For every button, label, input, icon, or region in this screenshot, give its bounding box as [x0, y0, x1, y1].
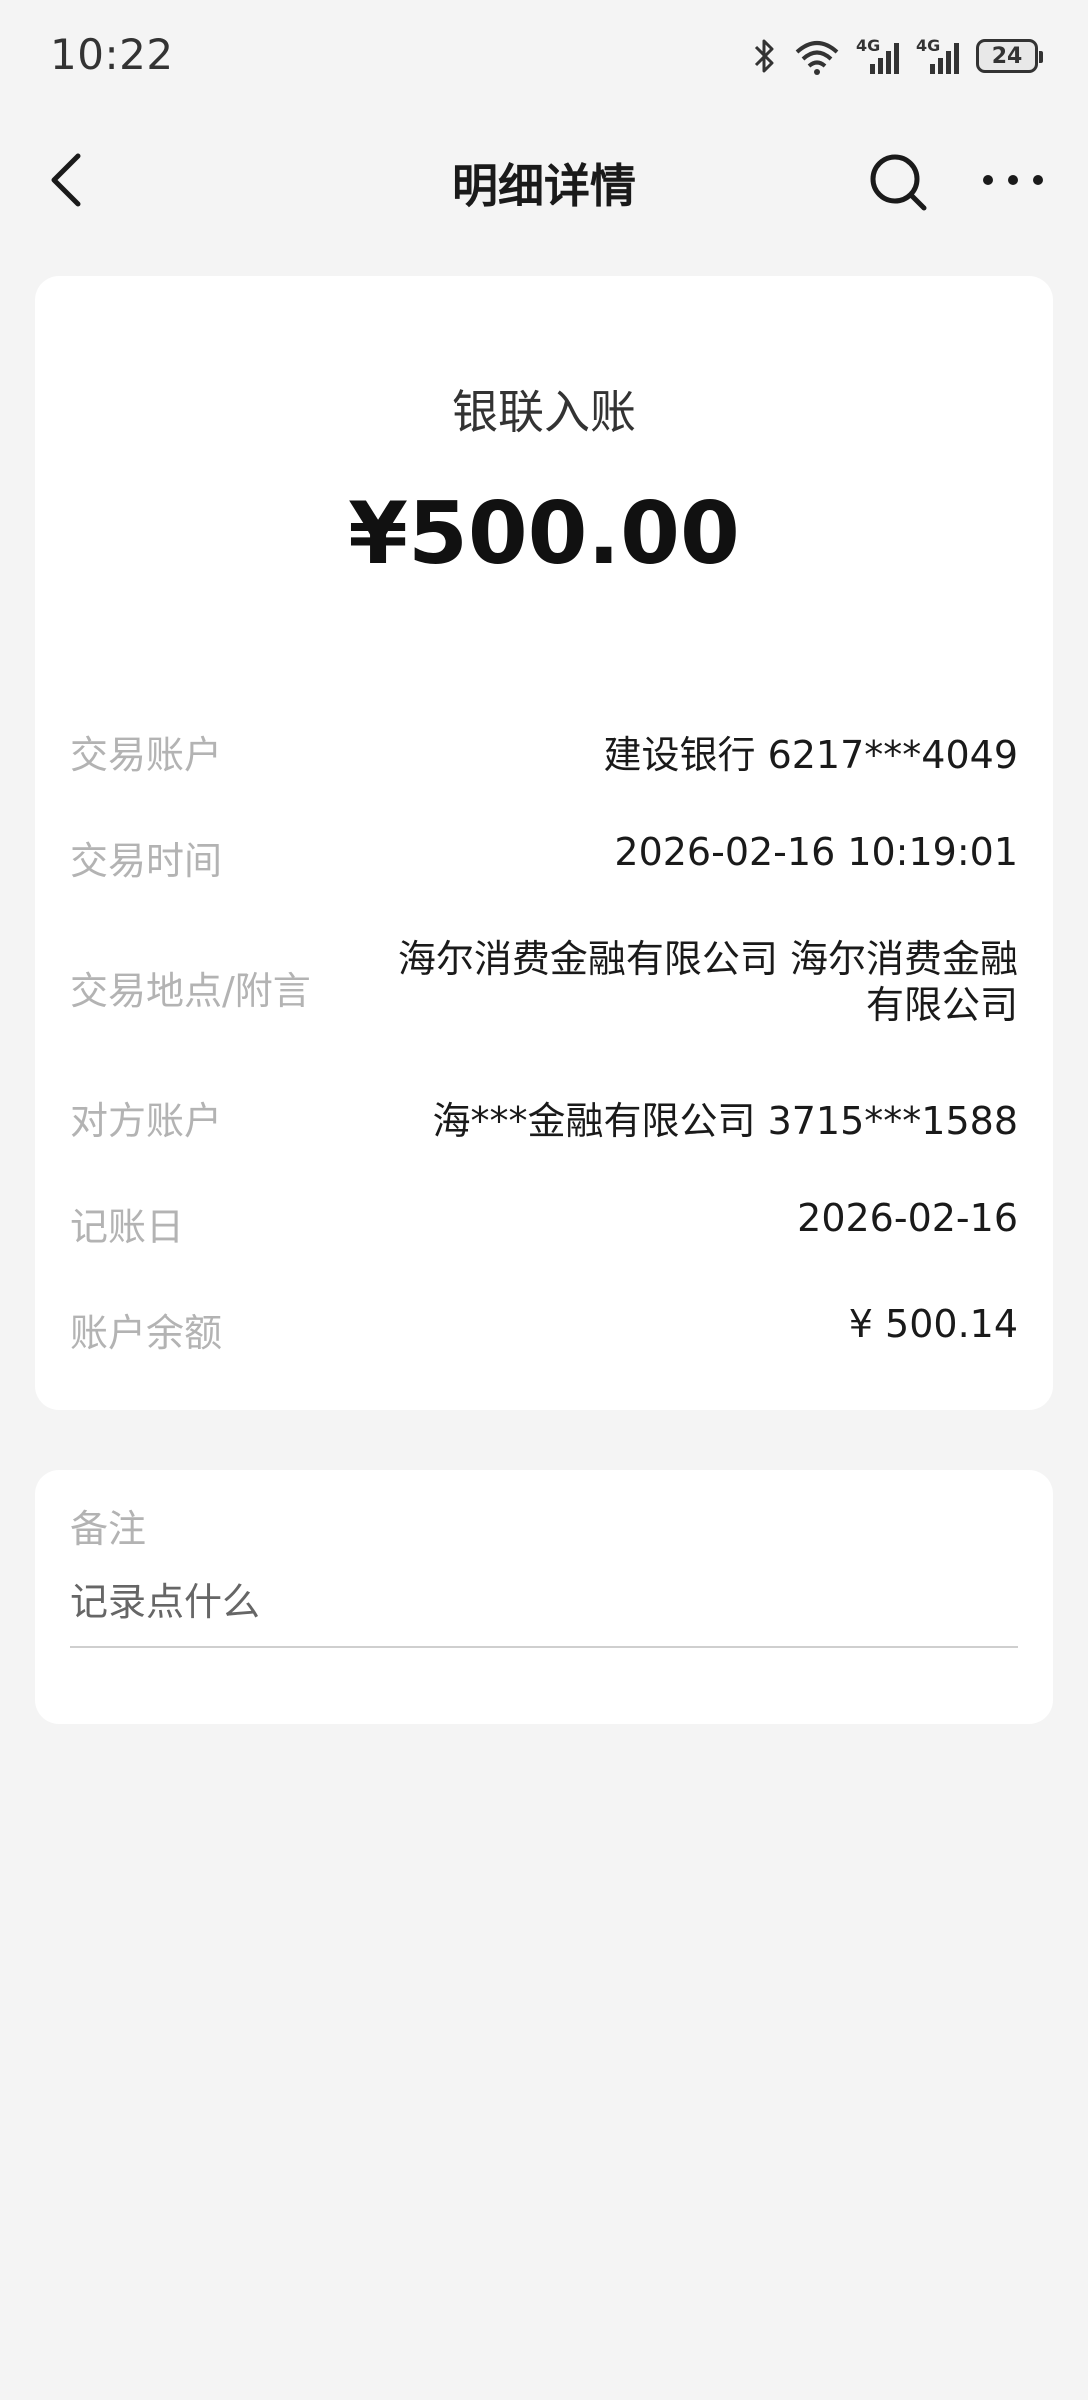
detail-label: 账户余额	[70, 1311, 223, 1355]
detail-value: 2026-02-16	[797, 1196, 1018, 1240]
cellular-signal-2-icon: 4G	[916, 36, 962, 76]
detail-label: 交易账户	[70, 733, 223, 777]
detail-value: ¥ 500.14	[848, 1302, 1018, 1346]
more-dots-icon	[983, 175, 1043, 185]
transaction-amount: ¥500.00	[348, 484, 740, 584]
wifi-icon	[795, 41, 839, 75]
search-icon	[870, 154, 927, 211]
detail-value: 海***金融有限公司 3715***1588	[432, 1099, 1019, 1143]
detail-label: 对方账户	[70, 1099, 223, 1143]
detail-value: 建设银行 6217***4049	[603, 733, 1019, 777]
search-button[interactable]	[866, 150, 930, 214]
status-bar: 10:22 4G 4G 24	[0, 0, 1088, 110]
detail-label: 交易时间	[70, 839, 223, 883]
detail-label: 交易地点/附言	[70, 969, 311, 1013]
status-time: 10:22	[50, 30, 174, 79]
status-icons: 4G 4G 24	[752, 34, 1043, 78]
detail-label: 记账日	[70, 1205, 185, 1249]
battery-icon: 24	[976, 39, 1043, 73]
cellular-signal-1-icon: 4G	[856, 36, 902, 76]
transaction-type: 银联入账	[452, 385, 636, 439]
bluetooth-icon	[754, 39, 774, 73]
detail-value: 2026-02-16 10:19:01	[614, 830, 1018, 874]
remark-input[interactable]	[70, 1570, 1018, 1648]
detail-value: 海尔消费金融有限公司 海尔消费金融有限公司	[397, 937, 1018, 1027]
nav-bar: 明细详情	[0, 130, 1088, 230]
more-button[interactable]	[978, 150, 1048, 210]
remark-label: 备注	[70, 1507, 147, 1551]
transaction-detail-card: 银联入账 ¥500.00 交易账户 建设银行 6217***4049 交易时间 …	[35, 276, 1053, 1410]
remark-card: 备注	[35, 1470, 1053, 1724]
